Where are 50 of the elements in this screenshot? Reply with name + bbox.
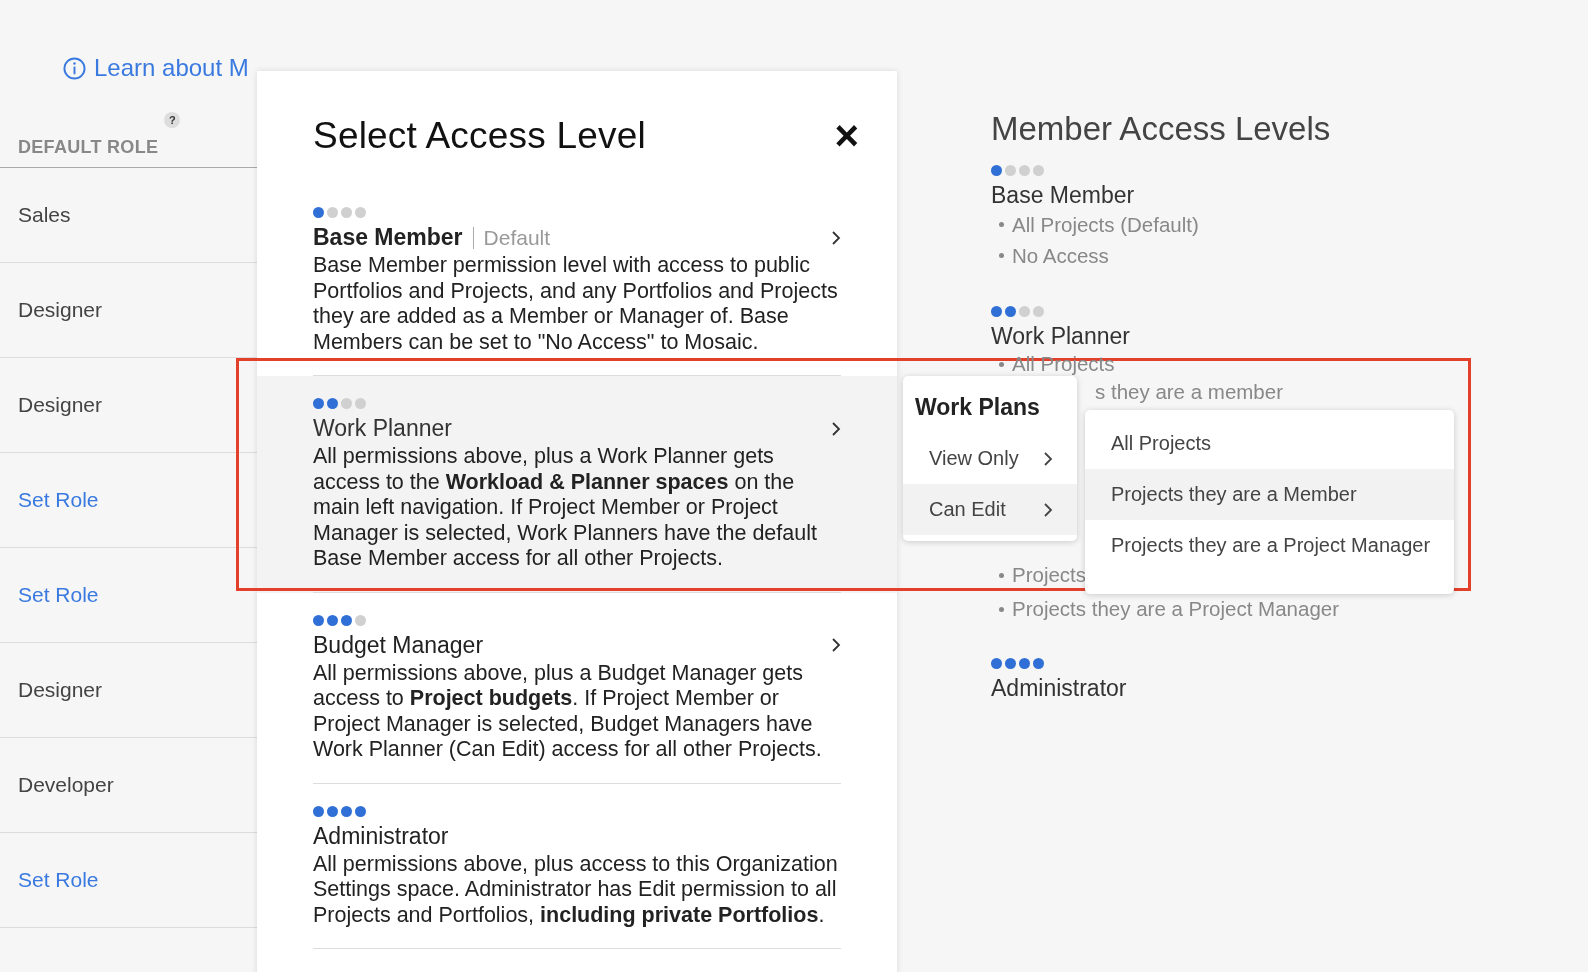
- column-header: DEFAULT ROLE: [18, 137, 159, 158]
- chevron-right-icon: [1043, 501, 1053, 518]
- info-icon: [63, 56, 86, 80]
- panel-title: Member Access Levels: [991, 110, 1332, 148]
- role-text: Sales: [18, 203, 71, 227]
- access-option-text: Projects: [1012, 562, 1087, 588]
- access-level-option[interactable]: Administrator All permissions above, plus access to this Organization Settings space. Administrator has Edit permission to all Projects and Portfolios, including private Portfolios.: [257, 783, 897, 949]
- menu-item[interactable]: Projects they are a Member: [1085, 469, 1454, 520]
- set-role-link[interactable]: Set Role: [18, 583, 99, 607]
- chevron-right-icon: [831, 229, 841, 246]
- set-role-link[interactable]: Set Role: [18, 488, 99, 512]
- menu-item[interactable]: Can Edit: [903, 484, 1077, 535]
- chevron-right-icon: [831, 637, 841, 653]
- level-description: All permissions above, plus a Budget Manager gets access to Project budgets. If Project Member or Project Manager is selected, Budget Managers have Work Planner (Can Edit) access for all other Projects.: [313, 660, 823, 763]
- level-name: Work Planner: [991, 323, 1131, 350]
- bullet-icon: [999, 361, 1004, 367]
- level-name: Base Member: [991, 182, 1136, 209]
- level-name: Budget Manager: [313, 631, 484, 659]
- access-option-text: All Projects (Default): [1012, 211, 1199, 238]
- level-name: Base Member: [313, 224, 463, 251]
- level-name: Work Planner: [313, 415, 452, 442]
- access-option-text: s they are a member: [1095, 379, 1283, 405]
- role-text: Designer: [18, 393, 103, 417]
- role-text: Designer: [18, 298, 103, 322]
- dialog-title: Select Access Level: [313, 115, 646, 157]
- bullet-icon: [999, 572, 1004, 578]
- help-icon[interactable]: ?: [164, 112, 181, 128]
- bullet-icon: [999, 222, 1004, 227]
- level-name: Administrator: [991, 675, 1128, 702]
- set-role-link[interactable]: Set Role: [18, 868, 99, 892]
- menu-item[interactable]: All Projects: [1085, 418, 1454, 469]
- chevron-right-icon: [1043, 450, 1053, 467]
- menu-item[interactable]: View Only: [903, 433, 1077, 484]
- bullet-icon: [999, 606, 1004, 612]
- level-description: Base Member permission level with access to public Portfolios and Projects, and any Portfolios and Projects they are added as a Member or Manager of. Base Members can be set to "No Access" to Mosaic.: [313, 253, 839, 355]
- level-name: Administrator: [313, 822, 449, 850]
- role-text: Designer: [18, 678, 103, 702]
- default-tag: Default: [483, 225, 551, 250]
- access-option-text: Projects they are a Project Manager: [1012, 596, 1340, 622]
- menu-item[interactable]: Projects they are a Project Manager: [1085, 520, 1454, 571]
- menu-title: Work Plans: [914, 393, 1041, 422]
- access-level-option[interactable]: [257, 376, 897, 593]
- level-description: All permissions above, plus a Work Planner gets access to the Workload & Planner spaces on the main left navigation. If Project Member or Project Manager is selected, Work Planners have the default Base Member access for all other Projects.: [313, 444, 818, 572]
- membership-link[interactable]: Learn about M: [94, 54, 249, 82]
- chevron-right-icon: [831, 420, 841, 437]
- level-description: All permissions above, plus access to this Organization Settings space. Administrator has Edit permission to all Projects and Portfolios, including private Portfolios.: [313, 851, 839, 928]
- role-text: Developer: [18, 773, 114, 797]
- access-option-text: No Access: [1012, 242, 1109, 269]
- close-button[interactable]: ×: [834, 115, 859, 157]
- bullet-icon: [999, 253, 1004, 258]
